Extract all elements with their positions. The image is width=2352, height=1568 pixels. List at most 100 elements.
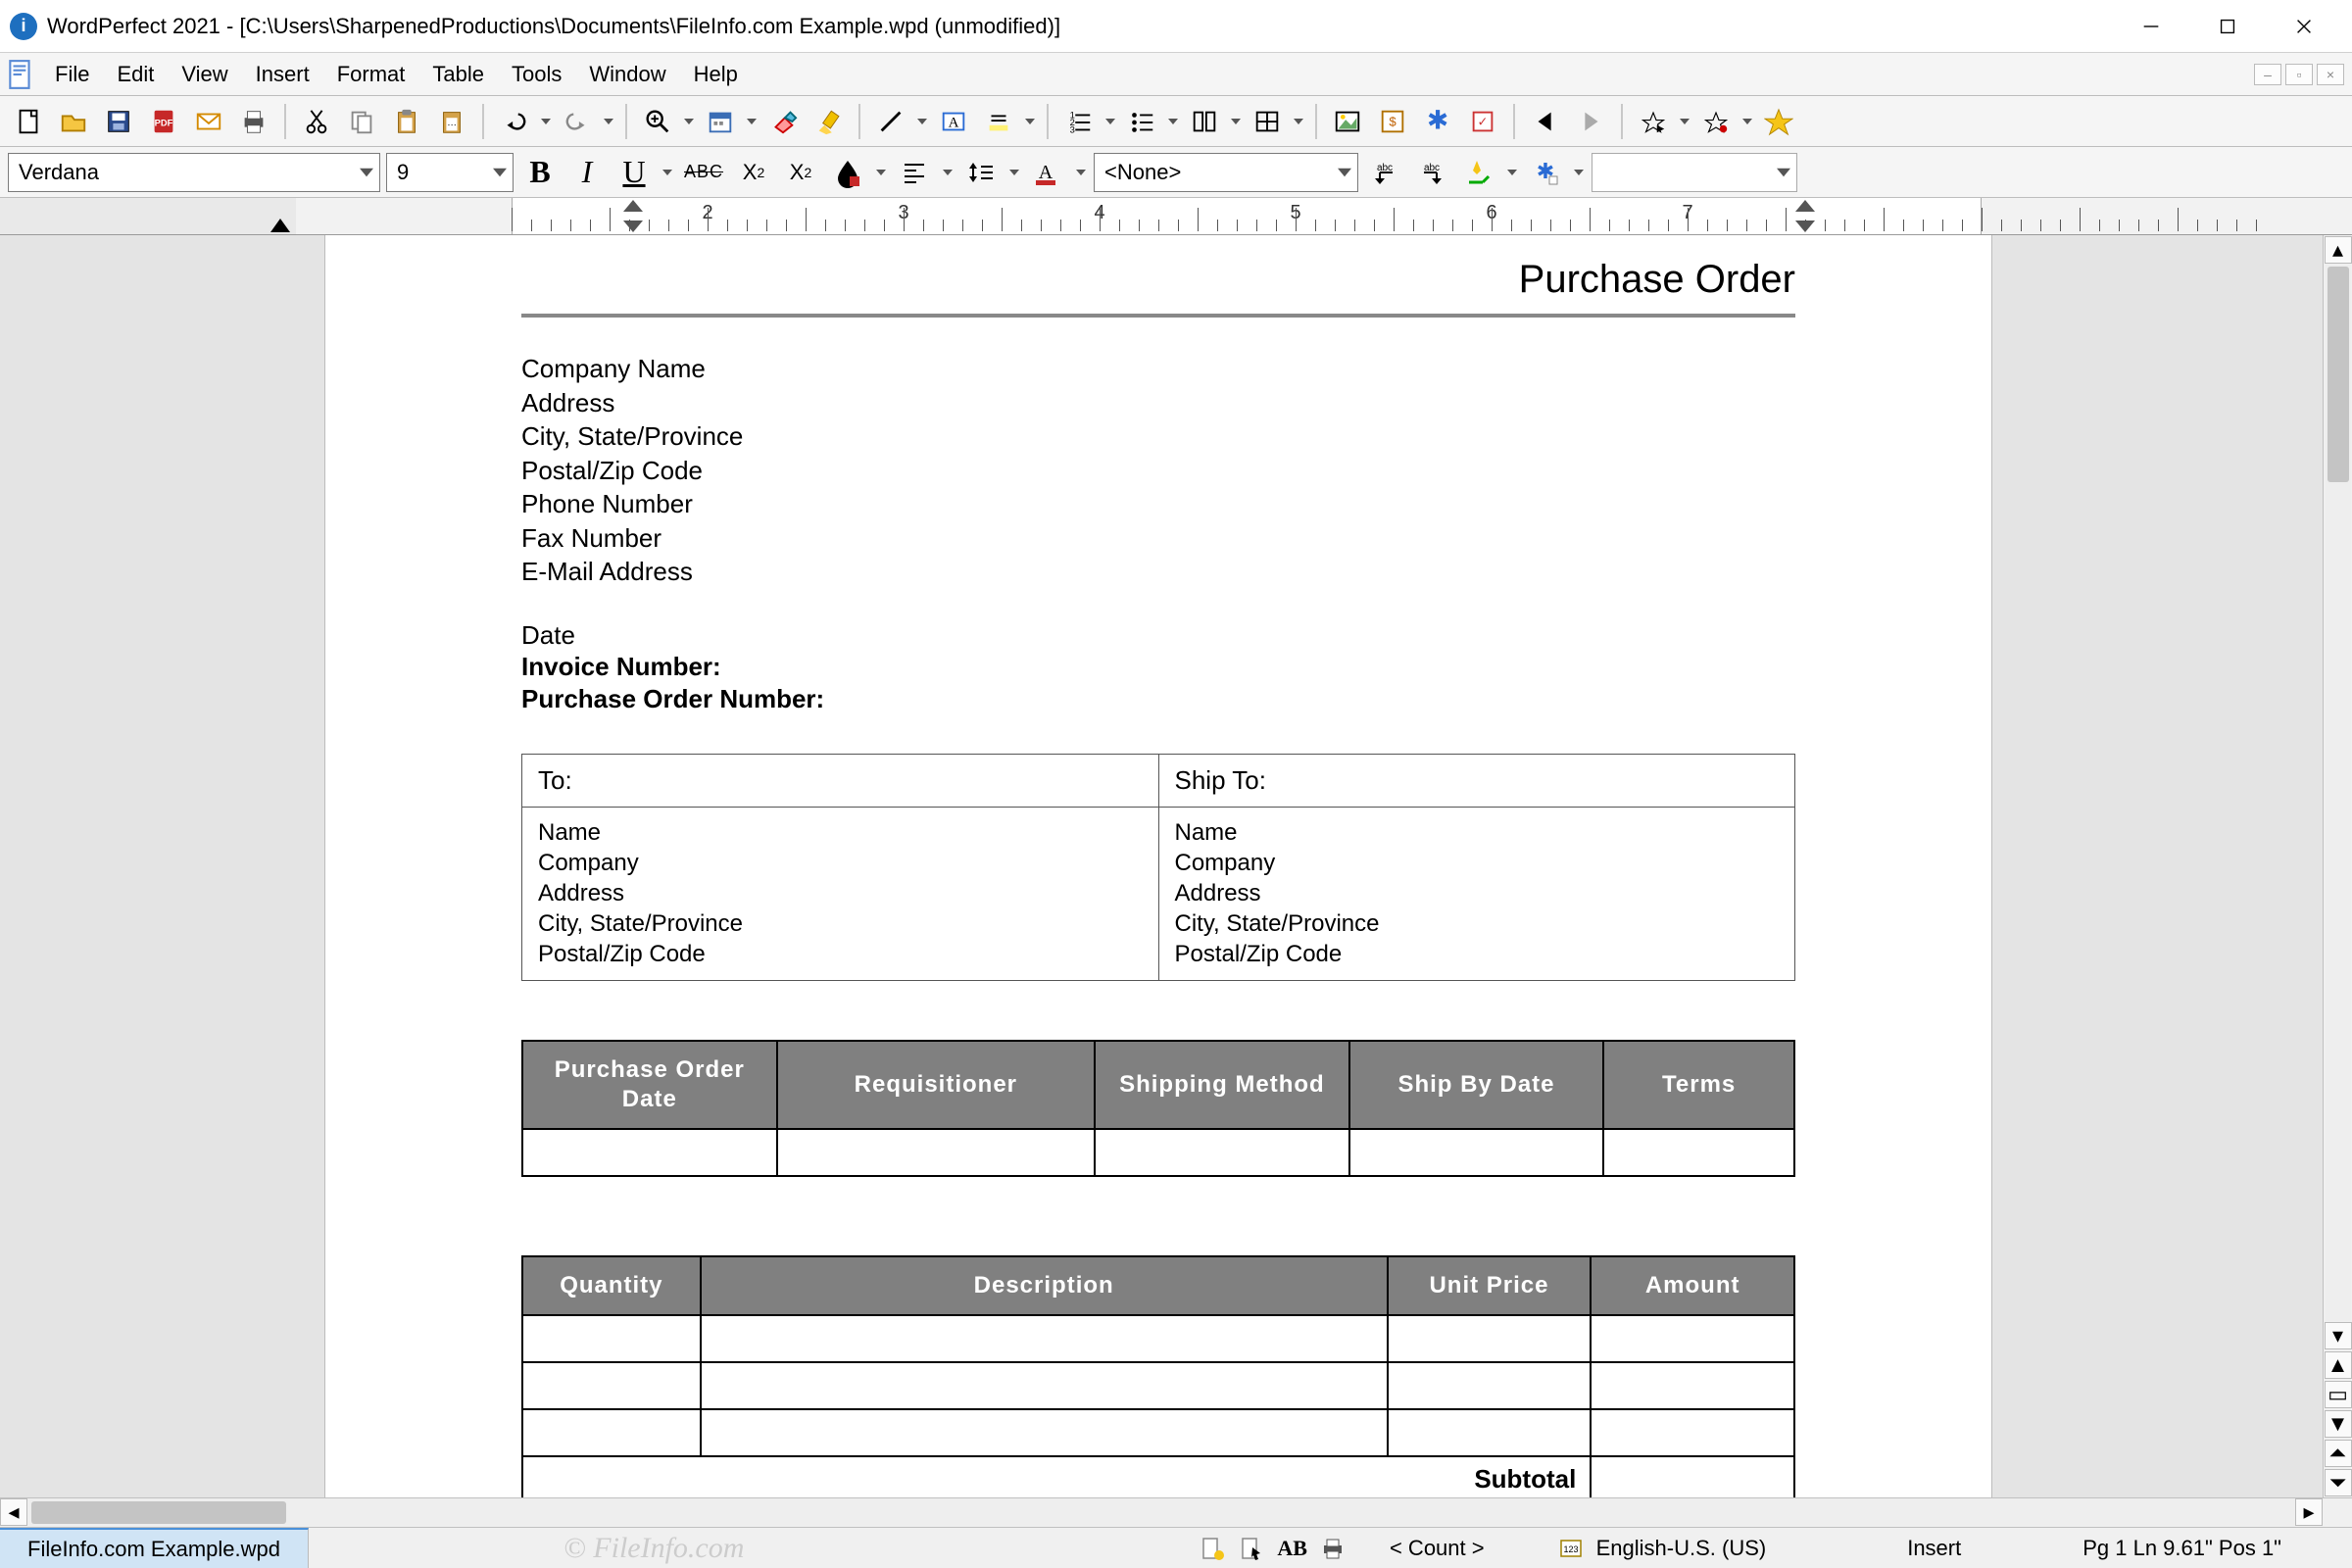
redo-dropdown[interactable] bbox=[602, 117, 615, 126]
menu-tools[interactable]: Tools bbox=[498, 58, 575, 91]
macro-play-button[interactable] bbox=[1633, 101, 1674, 142]
line-button[interactable] bbox=[870, 101, 911, 142]
underline-button[interactable]: U bbox=[613, 152, 655, 193]
highlighter-dropdown[interactable] bbox=[1023, 117, 1037, 126]
count-status[interactable]: < Count > bbox=[1390, 1536, 1485, 1561]
paste-special-button[interactable]: ⋯ bbox=[431, 101, 472, 142]
color-swatch-combo[interactable] bbox=[1592, 153, 1797, 192]
menu-table[interactable]: Table bbox=[418, 58, 498, 91]
mdi-restore-button[interactable]: ▫ bbox=[2285, 64, 2313, 85]
quick-correct-dropdown[interactable] bbox=[1505, 168, 1519, 177]
mdi-close-button[interactable]: × bbox=[2317, 64, 2344, 85]
macro-rec-dropdown[interactable] bbox=[1740, 117, 1754, 126]
undo-button[interactable] bbox=[494, 101, 535, 142]
menu-edit[interactable]: Edit bbox=[103, 58, 168, 91]
browse-object-button[interactable]: ▭ bbox=[2325, 1381, 2352, 1408]
print-button[interactable] bbox=[233, 101, 274, 142]
table-button[interactable] bbox=[1247, 101, 1288, 142]
scroll-thumb[interactable] bbox=[2328, 267, 2349, 482]
minimize-button[interactable] bbox=[2113, 1, 2189, 52]
favorites-button[interactable] bbox=[1758, 101, 1799, 142]
undo-dropdown[interactable] bbox=[539, 117, 553, 126]
lang-icon[interactable]: 123 bbox=[1557, 1535, 1585, 1562]
bullets-button[interactable] bbox=[1121, 101, 1162, 142]
first-line-indent-marker[interactable] bbox=[623, 200, 643, 212]
horizontal-scrollbar[interactable]: ◂ ▸ bbox=[0, 1497, 2352, 1527]
line-spacing-button[interactable] bbox=[960, 152, 1002, 193]
left-indent-marker[interactable] bbox=[623, 220, 643, 232]
close-button[interactable] bbox=[2266, 1, 2342, 52]
mail-button[interactable] bbox=[188, 101, 229, 142]
align-button[interactable] bbox=[894, 152, 935, 193]
strikethrough-button[interactable]: ABC bbox=[680, 152, 727, 193]
insert-mode-status[interactable]: Insert bbox=[1907, 1536, 1961, 1561]
browse-next-button[interactable]: ▼ bbox=[2325, 1410, 2352, 1438]
document-tab[interactable]: FileInfo.com Example.wpd bbox=[0, 1528, 309, 1568]
font-size-combo[interactable]: 9 bbox=[386, 153, 514, 192]
text-color-a-dropdown[interactable] bbox=[1074, 168, 1088, 177]
mdi-minimize-button[interactable]: – bbox=[2254, 64, 2281, 85]
special-char-button[interactable]: ✱ bbox=[1525, 152, 1566, 193]
image-button[interactable] bbox=[1327, 101, 1368, 142]
right-indent-marker-top[interactable] bbox=[1795, 200, 1815, 212]
bullets-dropdown[interactable] bbox=[1166, 117, 1180, 126]
language-status[interactable]: English-U.S. (US) bbox=[1596, 1536, 1767, 1561]
doc-info-icon[interactable] bbox=[1199, 1535, 1226, 1562]
symbol-button[interactable]: ✱ bbox=[1417, 101, 1458, 142]
zoom-dropdown[interactable] bbox=[682, 117, 696, 126]
maximize-button[interactable] bbox=[2189, 1, 2266, 52]
scroll-right-button[interactable]: ▸ bbox=[2295, 1498, 2323, 1526]
vertical-scrollbar[interactable]: ▴ ▾ ▲ ▭ ▼ ⏶ ⏷ bbox=[2323, 235, 2352, 1497]
menu-help[interactable]: Help bbox=[680, 58, 752, 91]
bold-button[interactable]: B bbox=[519, 152, 561, 193]
position-status[interactable]: Pg 1 Ln 9.61" Pos 1" bbox=[2082, 1536, 2281, 1561]
zoom-button[interactable] bbox=[637, 101, 678, 142]
line-dropdown[interactable] bbox=[915, 117, 929, 126]
subscript-button[interactable]: X2 bbox=[733, 152, 774, 193]
highlight-tool-button[interactable] bbox=[808, 101, 849, 142]
page[interactable]: Purchase Order Company Name Address City… bbox=[325, 235, 1991, 1497]
spellcheck-button[interactable]: ✓ bbox=[1462, 101, 1503, 142]
open-button[interactable] bbox=[53, 101, 94, 142]
macro-play-dropdown[interactable] bbox=[1678, 117, 1691, 126]
text-color-a-button[interactable]: A bbox=[1027, 152, 1068, 193]
document-canvas[interactable]: Purchase Order Company Name Address City… bbox=[12, 235, 2323, 1497]
scroll-left-button[interactable]: ◂ bbox=[0, 1498, 27, 1526]
page-next-button[interactable]: ⏷ bbox=[2325, 1469, 2352, 1496]
pdf-button[interactable]: PDF bbox=[143, 101, 184, 142]
next-change-button[interactable]: abc bbox=[1411, 152, 1452, 193]
eraser-button[interactable] bbox=[762, 101, 804, 142]
columns-dropdown[interactable] bbox=[1229, 117, 1243, 126]
forward-button[interactable] bbox=[1570, 101, 1611, 142]
menu-insert[interactable]: Insert bbox=[242, 58, 323, 91]
style-combo[interactable]: <None> bbox=[1094, 153, 1358, 192]
cut-button[interactable] bbox=[296, 101, 337, 142]
font-color-dropdown[interactable] bbox=[874, 168, 888, 177]
line-spacing-dropdown[interactable] bbox=[1007, 168, 1021, 177]
numbering-button[interactable]: 123 bbox=[1058, 101, 1100, 142]
special-char-dropdown[interactable] bbox=[1572, 168, 1586, 177]
macro-rec-button[interactable] bbox=[1695, 101, 1737, 142]
date-button[interactable] bbox=[700, 101, 741, 142]
font-combo[interactable]: Verdana bbox=[8, 153, 380, 192]
page-prev-button[interactable]: ⏶ bbox=[2325, 1440, 2352, 1467]
scroll-up-button[interactable]: ▴ bbox=[2325, 236, 2352, 264]
date-dropdown[interactable] bbox=[745, 117, 759, 126]
ab-icon[interactable]: AB bbox=[1277, 1535, 1307, 1562]
cursor-icon[interactable] bbox=[1238, 1535, 1265, 1562]
redo-button[interactable] bbox=[557, 101, 598, 142]
save-button[interactable] bbox=[98, 101, 139, 142]
columns-button[interactable] bbox=[1184, 101, 1225, 142]
chart-button[interactable]: $ bbox=[1372, 101, 1413, 142]
italic-button[interactable]: I bbox=[566, 152, 608, 193]
quick-correct-button[interactable] bbox=[1458, 152, 1499, 193]
ruler[interactable]: 2 3 4 5 6 7 bbox=[0, 198, 2352, 235]
font-color-button[interactable] bbox=[827, 152, 868, 193]
browse-prev-button[interactable]: ▲ bbox=[2325, 1351, 2352, 1379]
numbering-dropdown[interactable] bbox=[1103, 117, 1117, 126]
tab-selector-icon[interactable] bbox=[270, 219, 290, 232]
copy-button[interactable] bbox=[341, 101, 382, 142]
menu-format[interactable]: Format bbox=[323, 58, 419, 91]
table-dropdown[interactable] bbox=[1292, 117, 1305, 126]
underline-dropdown[interactable] bbox=[661, 168, 674, 177]
